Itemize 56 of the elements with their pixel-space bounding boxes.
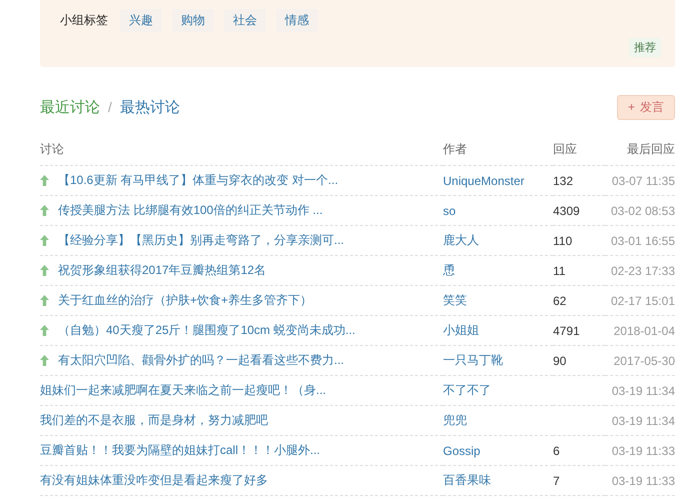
discussion-title-link[interactable]: 【10.6更新 有马甲线了】体重与穿衣的改变 对一个... — [58, 172, 338, 189]
author-link[interactable]: UniqueMonster — [443, 174, 524, 188]
column-header: 最后回应 — [605, 135, 675, 166]
tag-link[interactable]: 社会 — [224, 9, 266, 32]
last-reply-time: 03-02 08:53 — [610, 204, 675, 218]
last-reply-time: 03-07 11:35 — [612, 174, 675, 188]
author-link[interactable]: 不了不了 — [443, 383, 491, 397]
reply-count: 62 — [553, 294, 566, 308]
author-link[interactable]: 笑笑 — [443, 293, 467, 307]
discussion-title-link[interactable]: 祝贺形象组获得2017年豆瓣热组第12名 — [58, 262, 266, 279]
author-link[interactable]: so — [443, 204, 456, 218]
reply-count: 6 — [553, 444, 560, 458]
discussion-title-link[interactable]: 有没有姐妹体重没咋变但是看起来瘦了好多 — [40, 472, 268, 489]
last-reply-time: 03-19 11:33 — [612, 474, 675, 488]
discussion-title-link[interactable]: 我们差的不是衣服，而是身材，努力减肥吧 — [40, 412, 268, 429]
recommend-button[interactable]: 推荐 — [629, 38, 661, 57]
discussion-title-link[interactable]: 【经验分享】【黑历史】别再走弯路了，分享亲测可... — [58, 232, 344, 249]
last-reply-time: 2017-05-30 — [614, 354, 675, 368]
post-button[interactable]: + 发言 — [616, 94, 675, 120]
column-header: 讨论 — [40, 135, 443, 166]
last-reply-time: 2018-01-04 — [614, 324, 675, 338]
discussion-title-link[interactable]: 豆瓣首贴！！我要为隔壁的姐妹打call！！！小腿外... — [40, 442, 320, 459]
discussion-tab[interactable]: 最近讨论 — [40, 98, 100, 116]
tag-link[interactable]: 情感 — [276, 9, 318, 32]
last-reply-time: 02-23 17:33 — [610, 264, 675, 278]
tag-label: 小组标签 — [60, 12, 108, 29]
discussion-title-link[interactable]: 有太阳穴凹陷、颧骨外扩的吗？一起看看这些不费力... — [58, 352, 344, 369]
reply-count: 4309 — [553, 204, 580, 218]
last-reply-time: 03-19 11:33 — [612, 444, 675, 458]
separator: / — [108, 99, 112, 115]
discussion-title-link[interactable]: （自勉）40天瘦了25斤！腿围瘦了10cm 蜕变尚未成功... — [58, 322, 356, 339]
reply-count: 4791 — [553, 324, 580, 338]
author-link[interactable]: 鹿大人 — [443, 233, 479, 247]
tag-link[interactable]: 兴趣 — [120, 9, 162, 32]
reply-count: 110 — [553, 234, 572, 248]
last-reply-time: 02-17 15:01 — [610, 294, 675, 308]
column-header: 作者 — [443, 135, 553, 166]
author-link[interactable]: 百香果味 — [443, 473, 491, 487]
last-reply-time: 03-19 11:34 — [612, 414, 675, 428]
author-link[interactable]: 恿 — [443, 263, 455, 277]
discussion-title-link[interactable]: 传授美腿方法 比绑腿有效100倍的纠正关节动作 ... — [58, 202, 323, 219]
reply-count: 11 — [553, 264, 566, 278]
last-reply-time: 03-19 11:34 — [612, 384, 675, 398]
reply-count: 90 — [553, 354, 566, 368]
author-link[interactable]: 小姐姐 — [443, 323, 479, 337]
last-reply-time: 03-01 16:55 — [610, 234, 675, 248]
reply-count: 132 — [553, 174, 574, 188]
column-header: 回应 — [553, 135, 605, 166]
author-link[interactable]: 兜兜 — [443, 413, 467, 427]
discussion-title-link[interactable]: 姐妹们一起来减肥啊在夏天来临之前一起瘦吧！（身... — [40, 382, 326, 399]
reply-count: 7 — [553, 474, 560, 488]
discussion-tab[interactable]: 最热讨论 — [120, 98, 180, 116]
author-link[interactable]: Gossip — [443, 444, 480, 458]
tag-link[interactable]: 购物 — [172, 9, 214, 32]
discussion-title-link[interactable]: 关于红血丝的治疗（护肤+饮食+养生多管齐下） — [58, 292, 312, 309]
author-link[interactable]: 一只马丁靴 — [443, 353, 503, 367]
